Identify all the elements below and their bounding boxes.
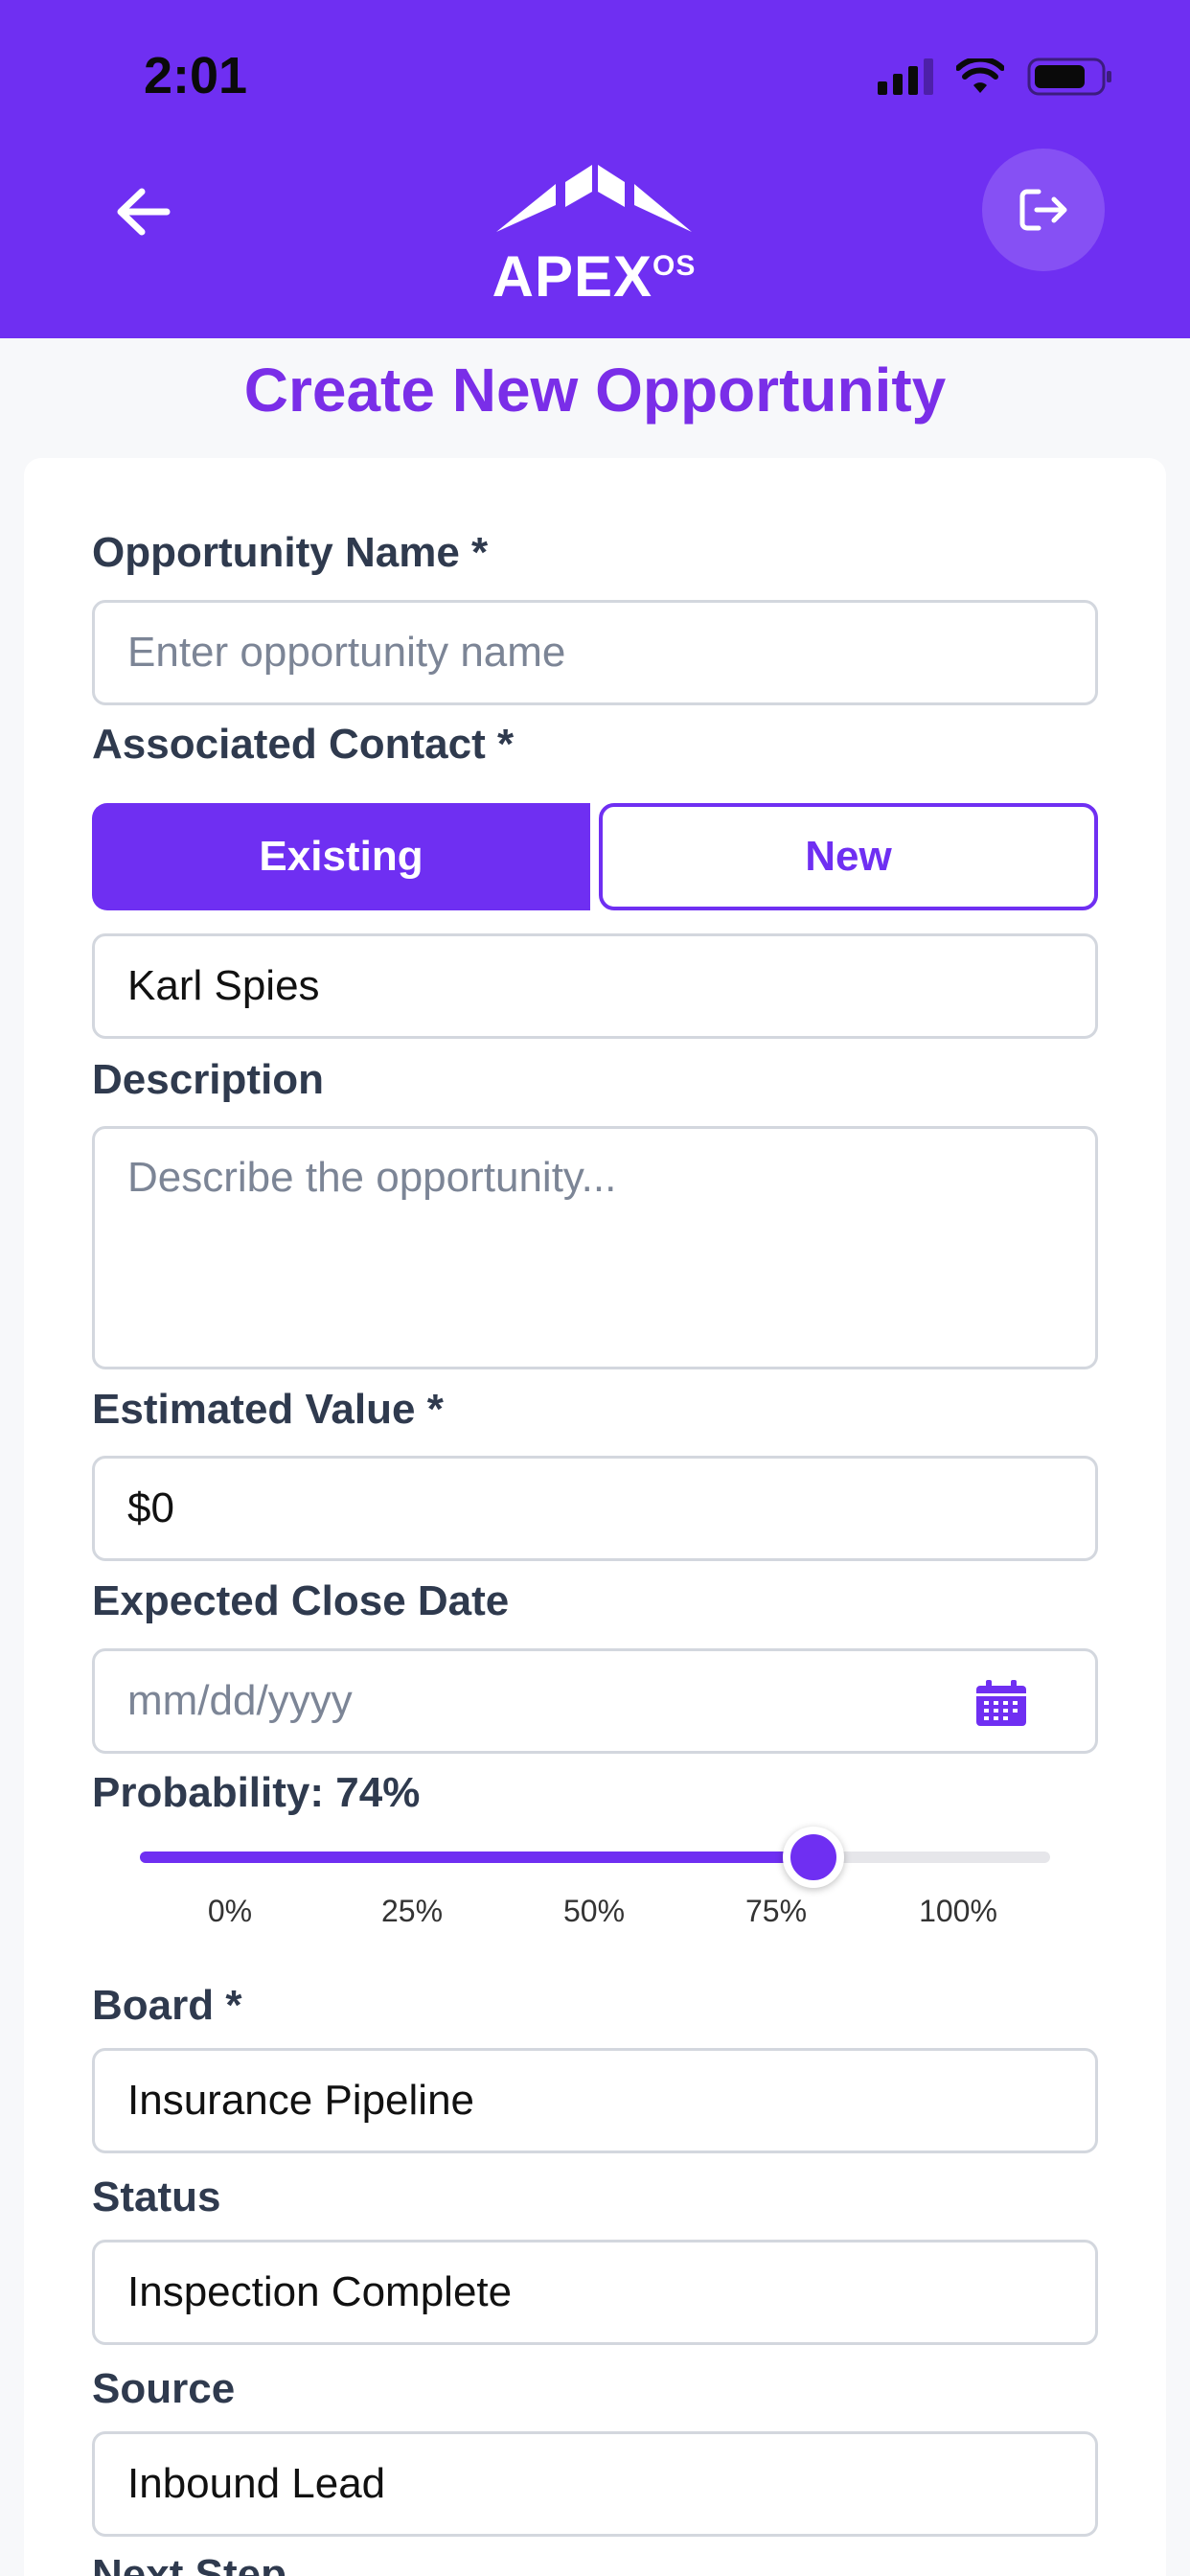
logo-mark-icon [496,165,692,232]
contact-select[interactable]: Karl Spies [92,933,1098,1039]
opportunity-name-input[interactable]: Enter opportunity name [92,600,1098,705]
probability-tick-25: 25% [380,1894,444,1928]
cellular-signal-icon [878,58,933,95]
logo-superscript: OS [652,250,697,282]
probability-slider[interactable] [140,1827,1050,1888]
back-button[interactable] [96,169,192,255]
status-time: 2:01 [144,47,248,104]
associated-contact-label: Associated Contact * [92,721,515,768]
battery-icon [1027,58,1111,96]
status-label: Status [92,2174,221,2220]
opportunity-name-label: Opportunity Name * [92,529,489,576]
source-label: Source [92,2365,236,2412]
probability-tick-100: 100% [919,1894,997,1928]
probability-tick-50: 50% [562,1894,626,1928]
probability-tick-0: 0% [207,1894,253,1928]
expected-close-date-input[interactable]: mm/dd/yyyy [92,1648,1098,1754]
probability-label: Probability: 74% [92,1769,421,1816]
probability-slider-fill [140,1852,813,1863]
apex-logo: APEXOS [489,163,699,310]
app-header: 2:01 APEXOS [0,0,1190,338]
status-icons [878,58,1113,96]
arrow-left-icon [117,188,171,236]
expected-close-date-label: Expected Close Date [92,1577,510,1624]
wifi-icon [956,58,1004,93]
estimated-value-label: Estimated Value * [92,1386,444,1433]
status-select[interactable]: Inspection Complete [92,2240,1098,2345]
contact-new-tab[interactable]: New [599,803,1098,910]
next-step-label: Next Step [92,2551,286,2576]
probability-slider-thumb[interactable] [783,1827,844,1888]
description-label: Description [92,1056,325,1103]
board-label: Board * [92,1982,242,2029]
logo-text: APEXOS [489,243,699,310]
calendar-icon[interactable] [974,1680,1028,1728]
date-placeholder: mm/dd/yyyy [127,1677,353,1724]
source-select[interactable]: Inbound Lead [92,2431,1098,2537]
logout-icon [1019,189,1067,231]
page-title: Create New Opportunity [243,356,947,425]
logout-button[interactable] [982,149,1105,271]
contact-existing-tab[interactable]: Existing [92,803,590,910]
description-textarea[interactable]: Describe the opportunity... [92,1126,1098,1369]
logo-wordmark: APEX [492,244,653,309]
probability-tick-75: 75% [744,1894,808,1928]
estimated-value-input[interactable]: $0 [92,1456,1098,1561]
board-select[interactable]: Insurance Pipeline [92,2048,1098,2153]
